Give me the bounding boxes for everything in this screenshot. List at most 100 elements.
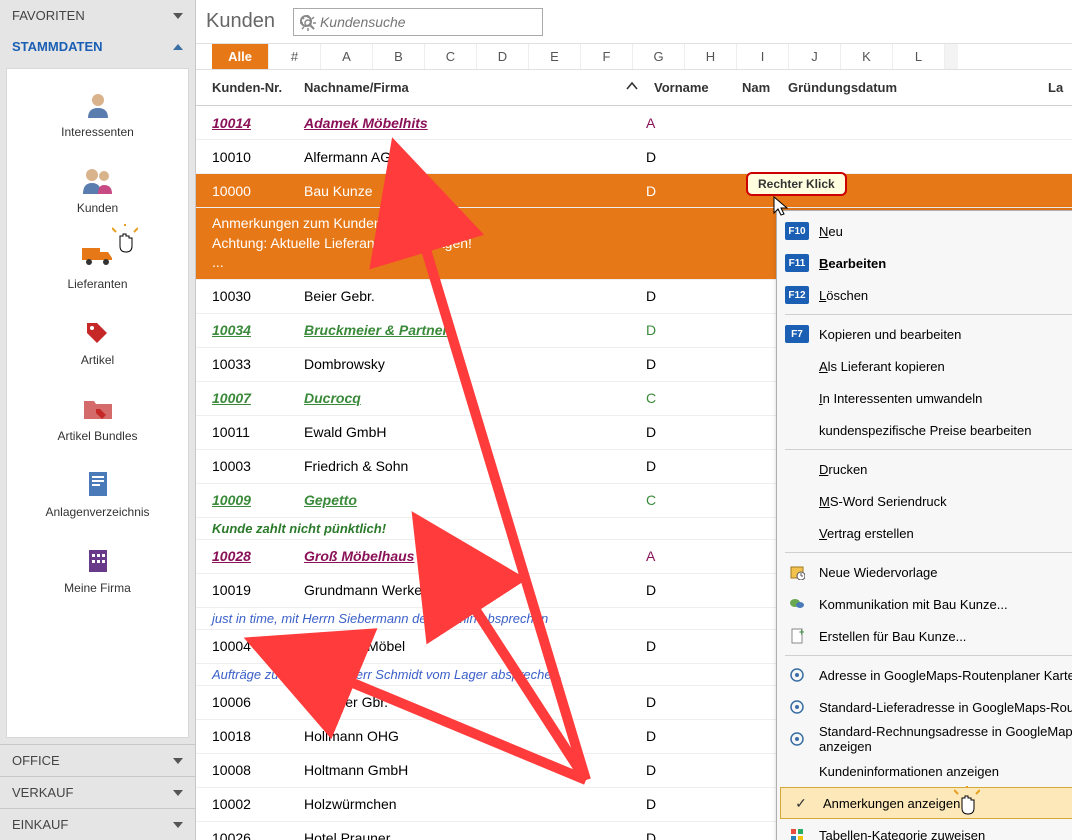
- col-kundennr[interactable]: Kunden-Nr.: [196, 80, 296, 95]
- col-name2[interactable]: Nam: [734, 80, 780, 95]
- target-icon: [785, 667, 809, 683]
- ctx-kundenspezifische-preise[interactable]: kundenspezifische Preise bearbeiten: [777, 414, 1072, 446]
- col-last[interactable]: La: [1040, 80, 1072, 95]
- check-icon: ✓: [789, 795, 813, 812]
- alpha-letter[interactable]: I: [736, 44, 788, 69]
- sort-asc-icon: [626, 80, 638, 95]
- ctx-label: kundenspezifische Preise bearbeiten: [819, 423, 1072, 438]
- ctx-label: Standard-Rechnungsadresse in GoogleMaps-…: [819, 724, 1072, 754]
- alpha-letter[interactable]: H: [684, 44, 736, 69]
- chat-icon: [785, 597, 809, 611]
- main-area: Kunden Alle # A B C D E F G H I J K L Ku: [196, 0, 1072, 840]
- sidebar-section-favoriten[interactable]: FAVORITEN: [0, 0, 195, 31]
- alpha-filter: Alle # A B C D E F G H I J K L: [196, 44, 1072, 70]
- ctx-bearbeiten[interactable]: F11 Bearbeiten F11: [777, 247, 1072, 279]
- table-row[interactable]: 10010Alfermann AGD: [196, 140, 1072, 174]
- sidebar-item-label: Artikel: [81, 353, 114, 367]
- topbar: Kunden: [196, 0, 1072, 44]
- ctx-lieferadresse-maps[interactable]: Standard-Lieferadresse in GoogleMaps-Rou…: [777, 691, 1072, 723]
- sidebar-item-artikel[interactable]: Artikel: [11, 307, 184, 383]
- ctx-neu[interactable]: F10 Neu F10: [777, 215, 1072, 247]
- ctx-tabellenkategorie[interactable]: Tabellen-Kategorie zuweisen: [777, 819, 1072, 840]
- key-badge: F12: [785, 286, 809, 304]
- chevron-down-icon: [173, 758, 183, 764]
- table-header: Kunden-Nr. Nachname/Firma Vorname Nam Gr…: [196, 70, 1072, 106]
- ctx-wiedervorlage[interactable]: Neue Wiedervorlage: [777, 556, 1072, 588]
- alpha-letter[interactable]: E: [528, 44, 580, 69]
- ctx-kopieren-bearbeiten[interactable]: F7 Kopieren und bearbeiten F7: [777, 318, 1072, 350]
- sidebar-item-interessenten[interactable]: Interessenten: [11, 79, 184, 155]
- ctx-als-lieferant[interactable]: Als Lieferant kopieren: [777, 350, 1072, 382]
- ctx-kommunikation[interactable]: Kommunikation mit Bau Kunze...: [777, 588, 1072, 620]
- sidebar-section-stammdaten[interactable]: STAMMDATEN: [0, 31, 195, 62]
- ctx-anmerkungen[interactable]: ✓ Anmerkungen anzeigen: [780, 787, 1072, 819]
- sidebar-item-label: Meine Firma: [64, 581, 131, 595]
- ctx-msword[interactable]: MS-Word Seriendruck: [777, 485, 1072, 517]
- key-badge: F11: [785, 254, 809, 272]
- sidebar-section-verkauf[interactable]: VERKAUF: [0, 776, 195, 808]
- target-icon: [785, 699, 809, 715]
- ctx-vertrag[interactable]: Vertrag erstellen: [777, 517, 1072, 549]
- sidebar-section-label: OFFICE: [12, 753, 60, 768]
- ctx-drucken[interactable]: Drucken: [777, 453, 1072, 485]
- alpha-letter[interactable]: #: [268, 44, 320, 69]
- sidebar-section-label: STAMMDATEN: [12, 39, 103, 54]
- alpha-letter[interactable]: C: [424, 44, 476, 69]
- sidebar-section-einkauf[interactable]: EINKAUF: [0, 808, 195, 840]
- target-icon: [785, 731, 809, 747]
- ctx-adresse-maps[interactable]: Adresse in GoogleMaps-Routenplaner Karte…: [777, 659, 1072, 691]
- alpha-letter[interactable]: L: [892, 44, 944, 69]
- ctx-label: Adresse in GoogleMaps-Routenplaner Karte…: [819, 668, 1072, 683]
- document-icon: [78, 467, 118, 501]
- ctx-label: Als Lieferant kopieren: [819, 359, 1072, 374]
- alpha-letter[interactable]: A: [320, 44, 372, 69]
- ctx-label: Tabellen-Kategorie zuweisen: [819, 828, 1072, 840]
- new-doc-icon: +: [785, 628, 809, 644]
- ctx-erstellen[interactable]: + Erstellen für Bau Kunze...: [777, 620, 1072, 652]
- ctx-label: Kundeninformationen anzeigen: [819, 764, 1072, 779]
- cursor-hand-click-icon: [112, 224, 138, 254]
- ctx-separator: [785, 552, 1072, 553]
- ctx-separator: [785, 314, 1072, 315]
- ctx-loeschen[interactable]: F12 Löschen F12: [777, 279, 1072, 311]
- sidebar-panel-stammdaten: Interessenten Kunden Lieferanten Artikel…: [6, 68, 189, 738]
- key-badge: F7: [785, 325, 809, 343]
- alpha-letter[interactable]: D: [476, 44, 528, 69]
- alpha-letter[interactable]: B: [372, 44, 424, 69]
- sidebar-section-label: EINKAUF: [12, 817, 68, 832]
- alpha-alle[interactable]: Alle: [212, 44, 268, 69]
- alpha-letter[interactable]: J: [788, 44, 840, 69]
- col-gruendung[interactable]: Gründungsdatum: [780, 80, 1040, 95]
- sidebar-item-meinefirma[interactable]: Meine Firma: [11, 535, 184, 611]
- sidebar-item-artikelbundles[interactable]: Artikel Bundles: [11, 383, 184, 459]
- ctx-in-interessenten[interactable]: In Interessenten umwandeln: [777, 382, 1072, 414]
- alpha-letter[interactable]: K: [840, 44, 892, 69]
- chevron-up-icon: [173, 44, 183, 50]
- sidebar: FAVORITEN STAMMDATEN Interessenten Kunde…: [0, 0, 196, 840]
- col-vorname[interactable]: Vorname: [646, 80, 734, 95]
- alpha-edge: [944, 44, 958, 69]
- search-input[interactable]: [293, 8, 543, 36]
- alpha-letter[interactable]: G: [632, 44, 684, 69]
- ctx-label: Neue Wiedervorlage: [819, 565, 1072, 580]
- ctx-kundeninfo[interactable]: Kundeninformationen anzeigen: [777, 755, 1072, 787]
- ctx-label: Drucken: [819, 462, 1072, 477]
- col-nachname[interactable]: Nachname/Firma: [296, 80, 646, 95]
- table-row[interactable]: 10014Adamek MöbelhitsA: [196, 106, 1072, 140]
- alpha-letter[interactable]: F: [580, 44, 632, 69]
- ctx-rechnungsadresse-maps[interactable]: Standard-Rechnungsadresse in GoogleMaps-…: [777, 723, 1072, 755]
- cursor-arrow-icon: [772, 195, 792, 217]
- sidebar-item-label: Anlagenverzeichnis: [45, 505, 149, 519]
- sidebar-item-anlagenverzeichnis[interactable]: Anlagenverzeichnis: [11, 459, 184, 535]
- sidebar-section-label: FAVORITEN: [12, 8, 85, 23]
- gear-icon[interactable]: [299, 14, 317, 32]
- sidebar-item-label: Artikel Bundles: [57, 429, 137, 443]
- sidebar-item-kunden[interactable]: Kunden: [11, 155, 184, 231]
- table-row[interactable]: 10000Bau KunzeD: [196, 174, 1072, 208]
- sidebar-section-office[interactable]: OFFICE: [0, 744, 195, 776]
- ctx-label: Bearbeiten: [819, 256, 1072, 271]
- ctx-label: Löschen: [819, 288, 1072, 303]
- sidebar-item-lieferanten[interactable]: Lieferanten: [11, 231, 184, 307]
- tags-icon: [78, 315, 118, 349]
- chevron-down-icon: [173, 790, 183, 796]
